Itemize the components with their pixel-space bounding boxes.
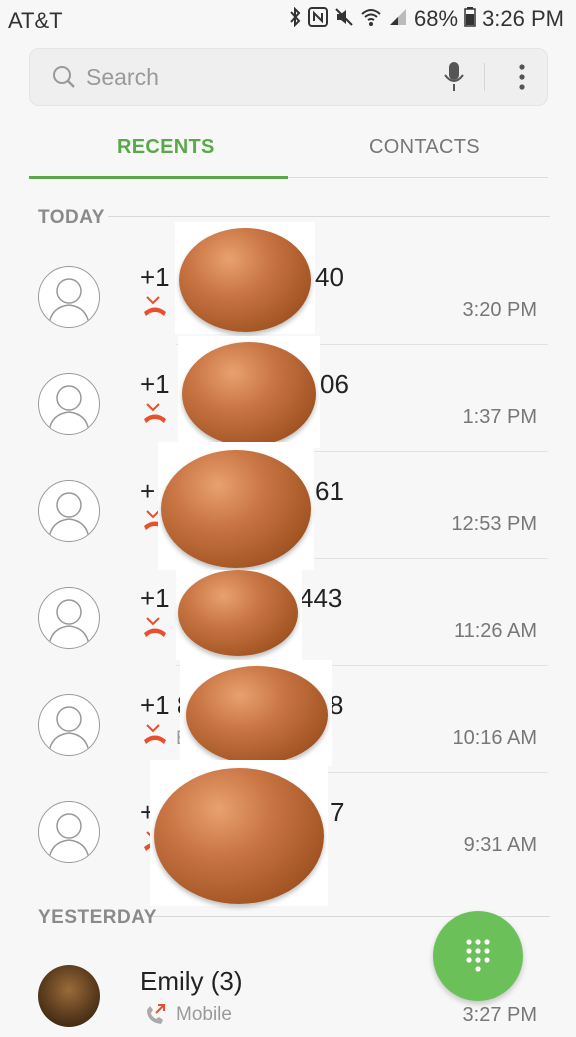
caller-number-suffix: 61 [315, 476, 344, 506]
tab-recents[interactable]: RECENTS [117, 136, 215, 159]
section-header-today: TODAY [38, 207, 105, 228]
call-time: 12:53 PM [451, 513, 537, 535]
outgoing-call-icon [143, 1004, 167, 1031]
search-bar[interactable]: Search [29, 48, 548, 106]
tab-divider [288, 177, 548, 178]
contact-avatar-icon [38, 480, 100, 542]
egg-overlay-image [178, 336, 320, 448]
tab-bar: RECENTS CONTACTS [29, 120, 548, 180]
microphone-icon[interactable] [443, 61, 465, 98]
caller-number: + [140, 476, 156, 506]
caller-number-suffix: 40 [315, 262, 344, 292]
active-tab-indicator [29, 176, 288, 179]
dialpad-button[interactable] [433, 911, 523, 1001]
egg-overlay-image [180, 660, 332, 766]
caller-number: +1 [140, 369, 170, 399]
dialpad-icon [466, 939, 490, 972]
egg-overlay-image [176, 570, 302, 660]
section-header-yesterday: YESTERDAY [38, 907, 157, 928]
signal-icon [388, 7, 408, 32]
wifi-icon [360, 7, 382, 32]
clock: 3:26 PM [482, 6, 564, 31]
call-time: 11:26 AM [453, 620, 537, 642]
caller-number: +1 [140, 583, 170, 613]
contact-avatar-icon [38, 801, 100, 863]
missed-call-icon [143, 295, 167, 322]
contact-avatar-icon [38, 694, 100, 756]
contact-avatar-icon [38, 373, 100, 435]
call-time: 3:20 PM [462, 299, 537, 321]
search-divider [484, 63, 485, 91]
battery-percent: 68% [414, 6, 459, 31]
contact-avatar-icon [38, 266, 100, 328]
caller-number-suffix: 7 [330, 797, 345, 827]
egg-overlay-image [150, 760, 328, 906]
caller-number: +1 [140, 262, 170, 292]
call-type-label: Mobile [176, 1004, 232, 1025]
contact-photo-avatar [38, 965, 100, 1027]
contact-avatar-icon [38, 587, 100, 649]
tab-contacts[interactable]: CONTACTS [369, 136, 480, 159]
call-time: 10:16 AM [452, 727, 537, 749]
missed-call-icon [143, 723, 167, 750]
call-time: 1:37 PM [462, 406, 537, 428]
status-bar: AT&T 68% 3:26 PM [0, 0, 576, 40]
egg-overlay-image [158, 442, 314, 570]
nfc-icon [308, 6, 329, 32]
search-icon [52, 65, 76, 94]
bluetooth-icon [288, 6, 302, 32]
mute-icon [334, 7, 354, 32]
caller-number-suffix: 443 [299, 583, 343, 613]
contact-name: Emily (3) [140, 966, 243, 996]
missed-call-icon [143, 616, 167, 643]
battery-icon [464, 6, 476, 32]
egg-overlay-image [175, 222, 315, 334]
carrier-label: AT&T [8, 8, 63, 33]
missed-call-icon [143, 402, 167, 429]
call-time: 9:31 AM [463, 834, 537, 856]
section-divider [108, 216, 550, 217]
caller-number-suffix: 06 [320, 369, 349, 399]
more-options-icon[interactable] [519, 64, 525, 95]
search-input[interactable]: Search [86, 64, 159, 91]
